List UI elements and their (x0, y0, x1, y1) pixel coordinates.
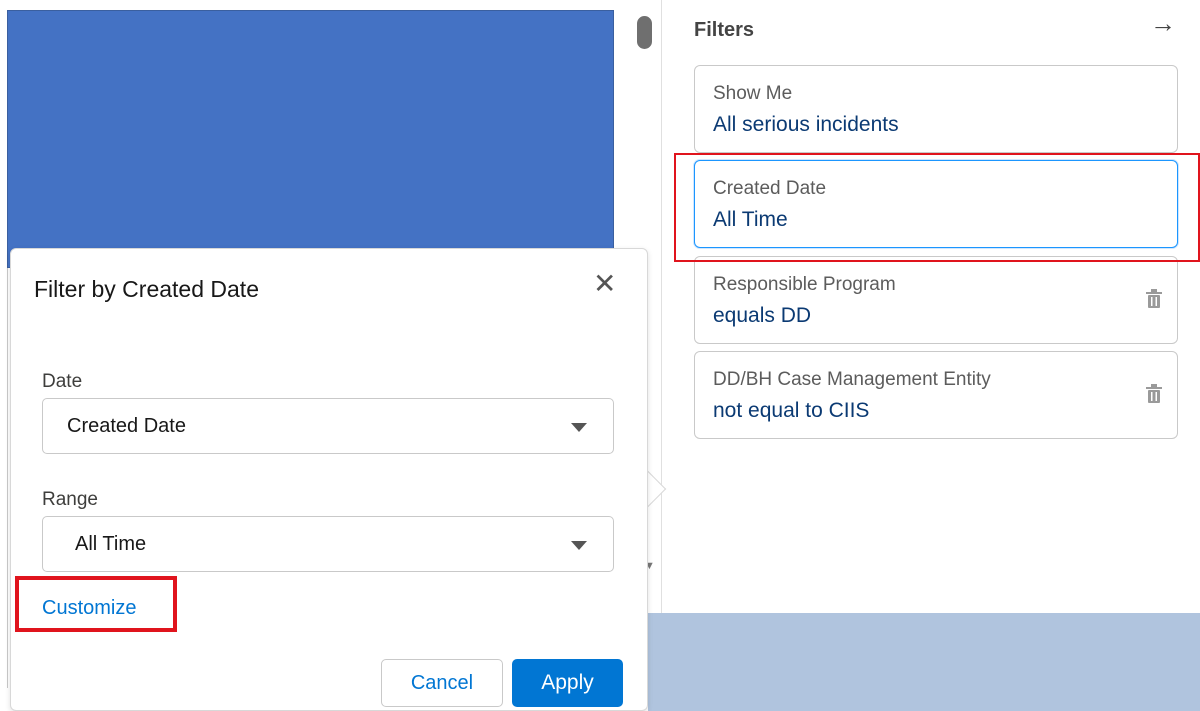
popover-title: Filter by Created Date (34, 276, 259, 302)
range-select-value: All Time (75, 532, 147, 555)
filter-card-case-management-entity[interactable]: DD/BH Case Management Entity not equal t… (694, 351, 1178, 439)
trash-icon[interactable] (1145, 289, 1163, 309)
arrow-right-icon[interactable]: → (1150, 10, 1176, 36)
filter-card-show-me[interactable]: Show Me All serious incidents (694, 65, 1178, 153)
panel-divider (661, 0, 662, 613)
filter-label: Responsible Program (713, 274, 896, 295)
range-select[interactable]: All Time (42, 516, 614, 572)
cancel-button[interactable]: Cancel (381, 659, 503, 707)
date-select[interactable]: Created Date (42, 398, 614, 454)
highlight-box (674, 153, 1200, 262)
scrollbar-thumb[interactable] (637, 16, 652, 49)
filter-value: All serious incidents (713, 113, 899, 136)
date-select-value: Created Date (67, 414, 186, 437)
blue-redaction-block (7, 10, 614, 268)
apply-button[interactable]: Apply (512, 659, 623, 707)
trash-icon[interactable] (1145, 384, 1163, 404)
caret-down-icon (571, 423, 587, 432)
filter-card-responsible-program[interactable]: Responsible Program equals DD (694, 256, 1178, 344)
filter-popover (10, 248, 648, 711)
filter-value: equals DD (713, 304, 812, 327)
filter-label: DD/BH Case Management Entity (713, 369, 991, 390)
filters-title: Filters (694, 19, 755, 41)
range-label: Range (42, 489, 98, 510)
filter-value: not equal to CIIS (713, 399, 870, 422)
highlight-box (15, 576, 177, 632)
caret-down-icon (571, 541, 587, 550)
footer-strip (648, 613, 1200, 711)
close-icon[interactable]: ✕ (593, 270, 616, 298)
filter-label: Show Me (713, 83, 793, 104)
left-edge-line (7, 268, 8, 688)
date-label: Date (42, 371, 83, 392)
